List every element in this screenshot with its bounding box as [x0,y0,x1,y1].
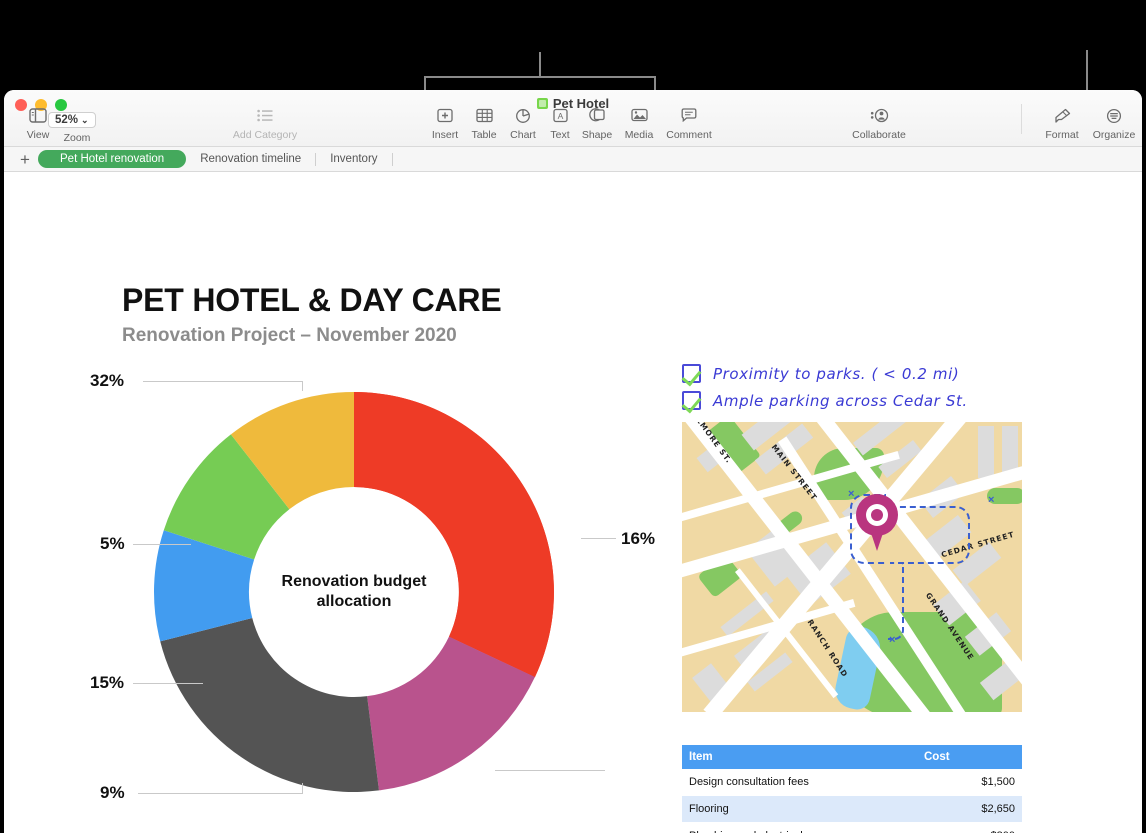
route-marker-x-bottom: × [889,634,896,646]
table-row[interactable]: Flooring $2,650 [682,795,1022,823]
page-title: PET HOTEL & DAY CARE [122,282,502,318]
pct-label-9: 9% [100,783,125,802]
pct-label-32: 32% [90,371,125,390]
slice-cabinetry-1 [354,392,554,678]
checkbox-checked-icon[interactable] [682,391,701,410]
leader-line-15 [133,683,203,684]
column-header-cost[interactable]: Cost [917,745,1022,769]
checklist-label-2: Ample parking across Cedar St. [713,391,968,410]
checkbox-checked-icon[interactable] [682,364,701,383]
organize-button[interactable]: Organize [1082,108,1142,141]
budget-donut-chart[interactable]: Renovation budget allocation [124,362,584,822]
cost-table-body: Design consultation fees $1,500 Flooring… [682,769,1022,833]
handwritten-checklist: Proximity to parks. ( < 0.2 mi) Ample pa… [682,360,968,414]
collaborate-button[interactable]: Collaborate [839,108,919,141]
table-row[interactable]: Design consultation fees $1,500 [682,769,1022,796]
collaborate-icon [839,108,919,128]
location-map-image[interactable]: FILMORE ST. MAIN STREET CEDAR STREET RAN… [682,422,1022,712]
toolbar-divider [1021,104,1022,134]
leader-line-9-tick [302,783,303,794]
building [978,426,994,478]
comment-label: Comment [666,129,712,141]
pct-label-5: 5% [100,534,125,553]
route-dashes-right [890,506,970,564]
comment-button[interactable]: Comment [657,108,721,141]
tab-divider [391,152,393,166]
checklist-item: Proximity to parks. ( < 0.2 mi) [682,360,968,387]
sheet-heading-group: PET HOTEL & DAY CARE Renovation Project … [122,282,502,347]
cell-cost: $1,500 [917,769,1022,796]
leader-line-5 [133,544,191,545]
pct-label-15: 15% [90,673,125,692]
zoom-label: Zoom [63,132,91,144]
column-header-item[interactable]: Item [682,745,917,769]
cost-table[interactable]: Item Cost Design consultation fees $1,50… [682,745,1022,833]
cost-table-head: Item Cost [682,745,1022,769]
table-row[interactable]: Plumbing and electrical $800 [682,822,1022,833]
zoom-value: 52% [55,114,79,126]
donut-center-line1: Renovation budget [281,573,427,590]
zoom-select[interactable]: 52% ⌄ [48,112,96,128]
sheet-canvas: PET HOTEL & DAY CARE Renovation Project … [4,172,1142,833]
collaborate-label: Collaborate [852,129,906,141]
sheet-tab-pet-hotel-renovation[interactable]: Pet Hotel renovation [38,150,187,168]
pct-label-16: 16% [621,529,656,548]
checklist-label-1: Proximity to parks. ( < 0.2 mi) [713,364,960,383]
route-marker-x-right: × [988,494,995,506]
leader-line-23 [495,770,605,771]
location-pin-icon [856,494,898,552]
sheet-tab-inventory[interactable]: Inventory [316,150,391,168]
cell-item: Flooring [682,795,917,823]
numbers-window: Pet Hotel View 52% ⌄ Zoom Add Category I… [4,90,1142,833]
cell-item: Design consultation fees [682,769,917,796]
sheet-tab-renovation-timeline[interactable]: Renovation timeline [186,150,315,168]
checklist-item: Ample parking across Cedar St. [682,387,968,414]
page-subtitle: Renovation Project – November 2020 [122,325,457,346]
add-sheet-button[interactable]: + [12,151,38,168]
comment-icon [657,108,721,128]
screenshot-stage: Pet Hotel View 52% ⌄ Zoom Add Category I… [0,0,1146,833]
route-marker-x-left: × [848,488,855,500]
svg-text:A: A [557,111,563,121]
leader-line-16 [581,538,616,539]
donut-center-label: Renovation budget allocation [254,572,454,612]
leader-line-9 [138,793,303,794]
list-icon [230,108,300,128]
route-dashes-down [888,562,904,640]
cell-cost: $2,650 [917,795,1022,823]
callout-bracket-stem [539,52,541,77]
sheet-tab-bar: + Pet Hotel renovation Renovation timeli… [4,147,1142,172]
cell-item: Plumbing and electrical [682,822,917,833]
organize-label: Organize [1092,129,1136,141]
organize-icon [1082,108,1142,128]
toolbar: Pet Hotel View 52% ⌄ Zoom Add Category I… [4,90,1142,147]
donut-center-line2: allocation [316,593,392,610]
slice-labor [160,617,379,792]
leader-line-32-tick [302,381,303,391]
table-header-row: Item Cost [682,745,1022,769]
chevron-down-icon: ⌄ [81,115,89,125]
add-category-label: Add Category [232,129,298,141]
leader-line-32 [143,381,303,382]
cell-cost: $800 [917,822,1022,833]
add-category-button[interactable]: Add Category [230,108,300,141]
